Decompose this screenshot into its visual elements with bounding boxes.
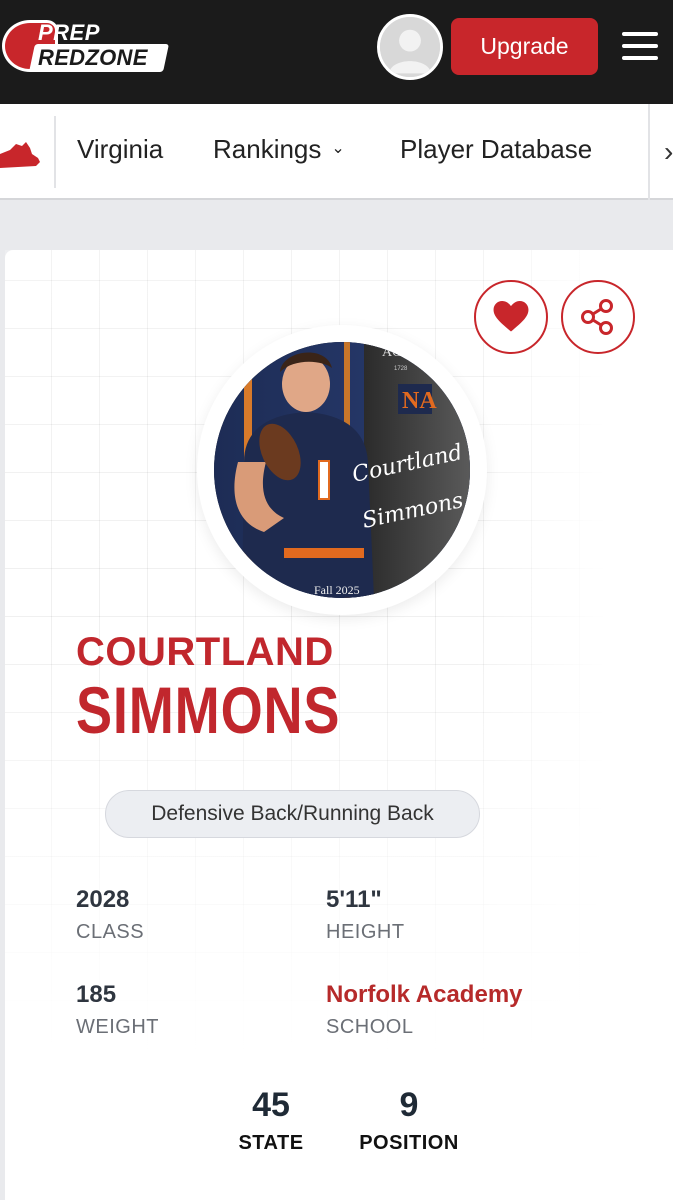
chevron-right-icon[interactable]: › <box>664 136 673 168</box>
share-icon <box>581 299 613 335</box>
svg-text:NA: NA <box>402 388 437 414</box>
favorite-button[interactable] <box>474 280 548 354</box>
logo-line-prep: PREP <box>38 20 100 45</box>
nav-item-virginia[interactable]: Virginia <box>77 134 163 165</box>
nav-item-rankings[interactable]: Rankings ⌄ <box>213 134 345 165</box>
prep-redzone-logo[interactable]: PREP REDZONE <box>2 18 169 74</box>
stat-height-label: HEIGHT <box>326 921 405 943</box>
stat-weight-value: 185 <box>76 981 117 1008</box>
share-button[interactable] <box>561 280 635 354</box>
svg-text:Fall 2025: Fall 2025 <box>314 583 360 597</box>
player-last-name: SIMMONS <box>76 673 341 747</box>
stat-height-value: 5'11" <box>326 886 382 913</box>
position-rank-label: POSITION <box>359 1132 459 1154</box>
upgrade-button[interactable]: Upgrade <box>451 18 598 75</box>
user-avatar-icon[interactable] <box>377 14 443 80</box>
stat-class-value: 2028 <box>76 886 130 913</box>
position-rank-value: 9 <box>399 1086 419 1124</box>
state-rank-value: 45 <box>252 1086 290 1124</box>
heart-icon <box>493 301 529 332</box>
logo-line-redzone: REDZONE <box>38 45 148 70</box>
svg-text:1728: 1728 <box>394 366 408 372</box>
stat-weight-label: WEIGHT <box>76 1016 159 1038</box>
player-first-name: COURTLAND <box>76 630 334 674</box>
stat-class-label: CLASS <box>76 921 145 943</box>
school-link[interactable]: Norfolk Academy <box>326 981 523 1009</box>
chevron-down-icon: ⌄ <box>331 140 345 158</box>
top-header: PREP REDZONE Upgrade <box>0 0 673 104</box>
logo-wordmark: PREP REDZONE <box>29 18 169 74</box>
position-badge: Defensive Back/Running Back <box>105 790 480 838</box>
state-rank-label: STATE <box>238 1132 304 1154</box>
sub-navigation: Virginia Rankings ⌄ Player Database › <box>0 104 673 200</box>
player-photo: ACA 1728 NA Courtland Simmons Fall 2025 <box>214 342 470 598</box>
nav-divider-right <box>648 104 650 200</box>
nav-item-rankings-label: Rankings <box>213 134 322 164</box>
nav-item-player-database[interactable]: Player Database <box>400 134 592 165</box>
nav-divider <box>54 116 56 188</box>
stat-school-label: SCHOOL <box>326 1016 414 1038</box>
virginia-state-icon[interactable] <box>0 142 40 168</box>
hamburger-menu-icon[interactable] <box>622 28 660 64</box>
